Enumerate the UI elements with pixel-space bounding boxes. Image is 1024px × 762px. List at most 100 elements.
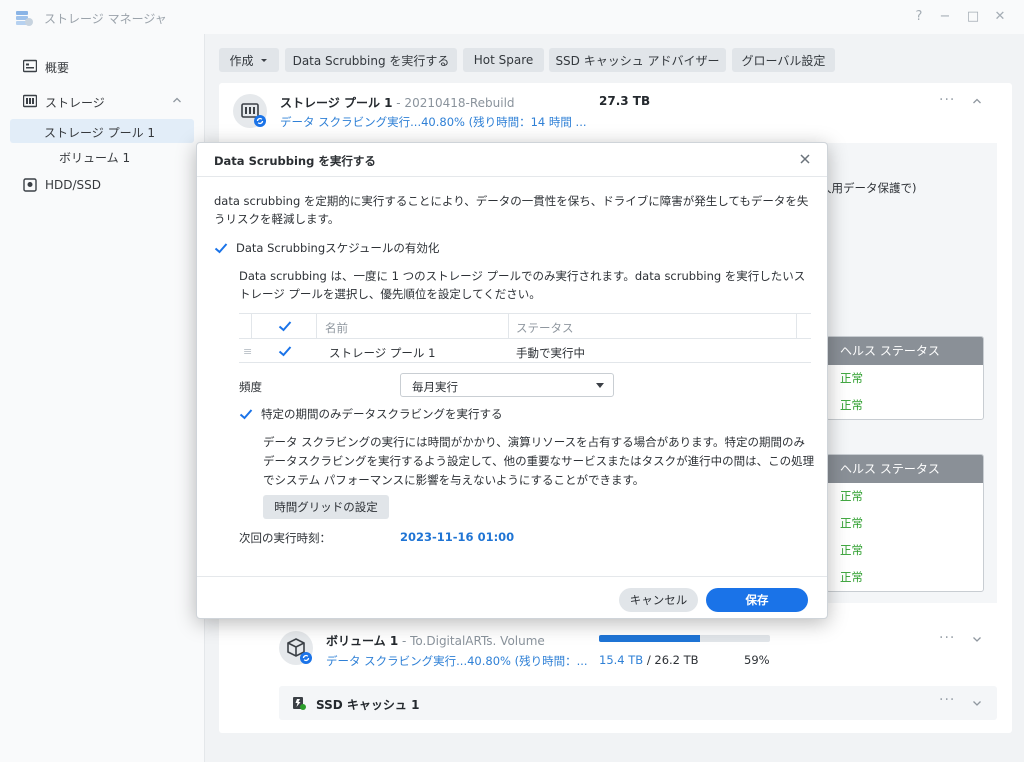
hot-spare-button[interactable]: Hot Spare <box>463 48 544 72</box>
sidebar-item-label: ストレージ プール 1 <box>44 126 156 140</box>
row-checkbox[interactable] <box>278 344 292 358</box>
sidebar-item-storage-pool-1[interactable]: ストレージ プール 1 <box>10 119 194 143</box>
chevron-up-icon[interactable] <box>972 96 982 106</box>
storage-manager-app-icon <box>16 11 33 26</box>
caret-down-icon <box>596 383 604 388</box>
chevron-up-icon[interactable] <box>172 95 182 105</box>
column-header-name[interactable]: 名前 <box>325 320 348 336</box>
dialog-description: data scrubbing を定期的に実行することにより、データの一貫性を保ち… <box>214 194 809 226</box>
volume-title: ボリューム 1 - To.DigitalARTs. Volume <box>326 632 545 649</box>
health-status-header: ヘルス ステータス <box>827 455 983 483</box>
hdd-icon <box>23 178 37 192</box>
ssd-cache-advisor-button[interactable]: SSD キャッシュ アドバイザー <box>549 48 726 72</box>
partial-description-text: 久用データ保護で) <box>820 181 917 195</box>
cancel-button[interactable]: キャンセル <box>619 588 698 612</box>
column-divider <box>508 314 509 339</box>
maximize-button[interactable]: □ <box>965 9 981 24</box>
sidebar: 概要 ストレージ ストレージ プール 1 ボリューム 1 HDD/SSD <box>0 34 205 762</box>
dialog-footer-divider <box>197 576 827 577</box>
storage-pool-icon <box>233 94 267 128</box>
sidebar-item-label: ボリューム 1 <box>59 151 131 165</box>
sidebar-item-storage[interactable]: ストレージ <box>0 89 204 113</box>
sidebar-item-label: 概要 <box>45 61 70 75</box>
frequency-label: 頻度 <box>239 380 262 394</box>
schedule-description: Data scrubbing は、一度に 1 つのストレージ プールでのみ実行さ… <box>239 269 806 301</box>
pool-name: ストレージ プール 1 <box>280 96 393 110</box>
health-status-table: ヘルス ステータス 正常 正常 <box>826 336 984 420</box>
volume-usage-percent: 59% <box>744 653 770 667</box>
volume-name: ボリューム 1 <box>326 634 399 648</box>
period-only-checkbox-row[interactable]: 特定の期間のみデータスクラビングを実行する <box>239 406 503 422</box>
health-status-cell: 正常 <box>840 516 863 530</box>
sidebar-item-label: ストレージ <box>45 96 105 110</box>
dialog-header-divider <box>197 176 827 177</box>
save-button[interactable]: 保存 <box>706 588 808 612</box>
column-divider <box>796 314 797 339</box>
pool-description: - 20210418-Rebuild <box>392 96 515 110</box>
run-data-scrubbing-button[interactable]: Data Scrubbing を実行する <box>285 48 457 72</box>
close-window-button[interactable]: ✕ <box>992 9 1008 24</box>
pool-scrubbing-status[interactable]: データ スクラビング実行...40.80% (残り時間：14 時間 ... <box>280 114 587 130</box>
more-options-icon[interactable]: ··· <box>939 630 955 646</box>
column-divider <box>316 314 317 339</box>
enable-schedule-label: Data Scrubbingスケジュールの有効化 <box>236 241 440 255</box>
ssd-cache-icon <box>293 697 306 710</box>
checkmark-icon[interactable] <box>239 407 253 421</box>
overview-icon <box>23 59 37 73</box>
caret-down-icon <box>260 59 267 62</box>
volume-used: 15.4 TB <box>599 653 644 667</box>
time-grid-settings-button[interactable]: 時間グリッドの設定 <box>263 495 389 519</box>
dialog-title: Data Scrubbing を実行する <box>214 154 376 168</box>
data-scrubbing-dialog: Data Scrubbing を実行する data scrubbing を定期的… <box>196 142 828 619</box>
health-status-cell: 正常 <box>840 489 863 503</box>
frequency-select-value: 毎月実行 <box>412 380 458 394</box>
health-status-cell: 正常 <box>840 371 863 385</box>
frequency-select[interactable]: 毎月実行 <box>400 373 614 397</box>
table-cell-status: 手動で実行中 <box>516 346 585 360</box>
ssd-cache-row[interactable]: SSD キャッシュ 1 ··· <box>279 686 997 720</box>
pool-priority-table: 名前 ステータス ≡ ストレージ プール 1 手動で実行中 <box>239 313 811 363</box>
period-description: データ スクラビングの実行には時間がかかり、演算リソースを占有する場合があります… <box>263 435 815 487</box>
volume-description: - To.DigitalARTs. Volume <box>398 634 545 648</box>
health-status-table: ヘルス ステータス 正常 正常 正常 正常 <box>826 454 984 592</box>
sidebar-item-hdd-ssd[interactable]: HDD/SSD <box>0 173 204 197</box>
title-bar: ストレージ マネージャ ? − □ ✕ <box>0 0 1024 34</box>
column-divider <box>251 314 252 339</box>
minimize-button[interactable]: − <box>937 9 953 24</box>
volume-total: / 26.2 TB <box>643 653 699 667</box>
sidebar-item-volume-1[interactable]: ボリューム 1 <box>0 144 204 168</box>
volume-usage-bar-fill <box>599 635 700 642</box>
create-dropdown-button[interactable]: 作成 <box>219 48 279 72</box>
pool-size: 27.3 TB <box>599 94 651 108</box>
more-options-icon[interactable]: ··· <box>939 692 955 708</box>
checkmark-icon[interactable] <box>214 241 228 255</box>
health-status-cell: 正常 <box>840 570 863 584</box>
next-run-label: 次回の実行時刻： <box>239 531 331 545</box>
volume-usage-text: 15.4 TB / 26.2 TB <box>599 653 699 667</box>
chevron-down-icon[interactable] <box>972 634 982 644</box>
next-run-value: 2023-11-16 01:00 <box>400 530 515 544</box>
volume-usage-bar <box>599 635 770 642</box>
enable-schedule-checkbox-row[interactable]: Data Scrubbingスケジュールの有効化 <box>214 240 439 256</box>
global-settings-button[interactable]: グローバル設定 <box>732 48 835 72</box>
column-header-status[interactable]: ステータス <box>516 320 574 336</box>
more-options-icon[interactable]: ··· <box>939 92 955 108</box>
ssd-cache-title: SSD キャッシュ 1 <box>316 698 420 712</box>
health-status-cell: 正常 <box>840 543 863 557</box>
drag-handle-icon[interactable]: ≡ <box>243 345 252 358</box>
help-button[interactable]: ? <box>911 9 927 24</box>
health-status-header: ヘルス ステータス <box>827 337 983 365</box>
volume-icon <box>279 631 313 665</box>
close-icon[interactable] <box>798 152 812 166</box>
sidebar-item-overview[interactable]: 概要 <box>0 54 204 78</box>
table-cell-pool-name: ストレージ プール 1 <box>329 346 436 360</box>
chevron-down-icon[interactable] <box>972 698 982 708</box>
volume-scrubbing-status[interactable]: データ スクラビング実行...40.80% (残り時間：... <box>326 653 588 669</box>
window-title: ストレージ マネージャ <box>44 12 167 26</box>
storage-icon <box>23 94 37 108</box>
storage-pool-title: ストレージ プール 1 - 20210418-Rebuild <box>280 94 515 111</box>
select-all-checkbox[interactable] <box>278 319 292 333</box>
health-status-cell: 正常 <box>840 398 863 412</box>
sidebar-item-label: HDD/SSD <box>45 178 102 192</box>
create-label: 作成 <box>229 53 254 68</box>
